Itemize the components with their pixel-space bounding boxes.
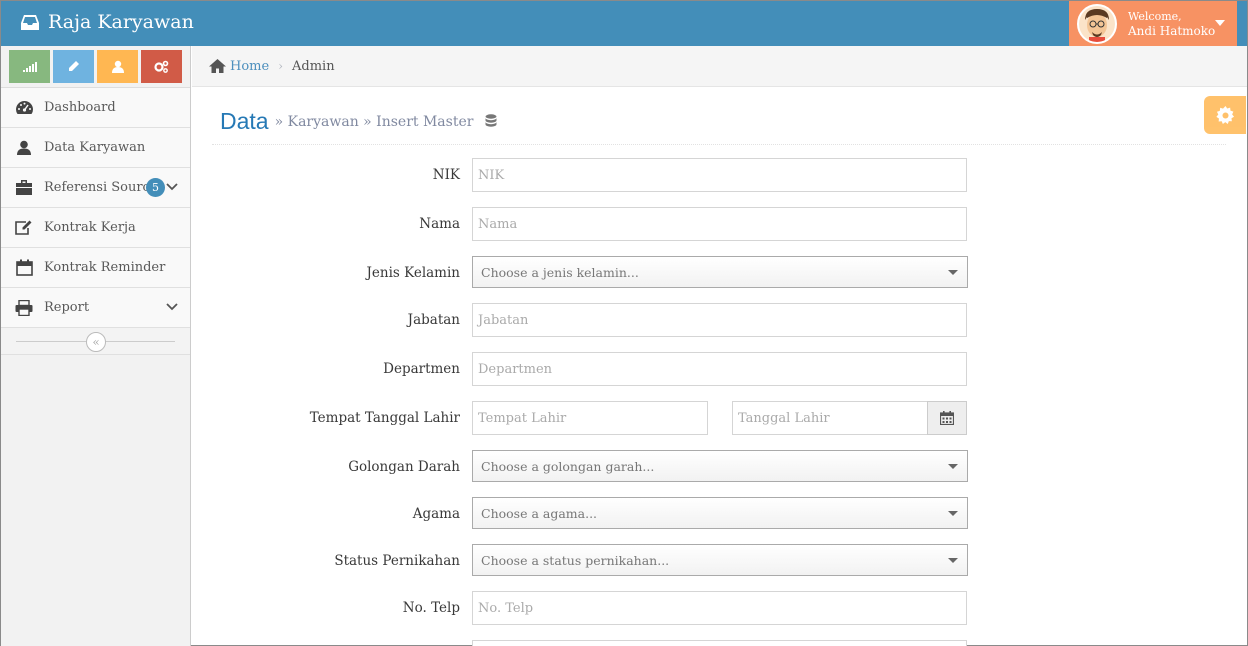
agama-select[interactable]: Choose a agama... (472, 497, 968, 529)
form-row-no-telp: No. Telp No. Telp (192, 591, 1247, 625)
page-subtitle: » Karyawan » Insert Master (274, 113, 474, 130)
shortcut-user-button[interactable] (97, 50, 138, 83)
golongan-darah-label: Golongan Darah (348, 459, 460, 475)
caret-down-icon (948, 558, 958, 563)
caret-down-icon[interactable] (1215, 20, 1225, 26)
caret-down-icon (948, 464, 958, 469)
form-row-jenis-kelamin: Jenis Kelamin Choose a jenis kelamin... (192, 256, 1247, 290)
breadcrumb: Home › Admin (192, 46, 1247, 87)
top-navbar: Raja Karyawan Welcome, Andi Hatmoko (1, 1, 1247, 46)
tempat-lahir-input[interactable]: Tempat Lahir (472, 401, 708, 435)
departmen-label: Departmen (383, 361, 460, 377)
golongan-darah-select-text: Choose a golongan garah... (481, 458, 655, 474)
form-row-nama: Nama Nama (192, 207, 1247, 241)
user-name: Andi Hatmoko (1128, 23, 1216, 38)
calendar-picker-button[interactable] (927, 401, 967, 435)
briefcase-icon (14, 178, 34, 198)
sidebar-shortcuts (1, 46, 190, 88)
form-row-jabatan: Jabatan Jabatan (192, 303, 1247, 337)
caret-down-icon (948, 270, 958, 275)
edit-icon (14, 218, 34, 238)
sidebar-item-label: Referensi Source (44, 180, 158, 195)
sidebar-item-label: Kontrak Kerja (44, 220, 136, 235)
sidebar-item-kontrak-reminder[interactable]: Kontrak Reminder (1, 248, 190, 288)
sidebar-item-data-karyawan[interactable]: Data Karyawan (1, 128, 190, 168)
sidebar-collapse-row: « (1, 328, 190, 355)
brand-title: Raja Karyawan (48, 11, 194, 33)
form-row-status-pernikahan: Status Pernikahan Choose a status pernik… (192, 544, 1247, 578)
sidebar-item-report[interactable]: Report (1, 288, 190, 328)
form-row-golongan-darah: Golongan Darah Choose a golongan garah..… (192, 450, 1247, 484)
form-row-next (192, 640, 1247, 646)
form-row-agama: Agama Choose a agama... (192, 497, 1247, 531)
breadcrumb-separator-icon: › (278, 59, 283, 73)
brand[interactable]: Raja Karyawan (21, 11, 194, 33)
user-icon (14, 138, 34, 158)
agama-select-text: Choose a agama... (481, 505, 598, 521)
sidebar-item-referensi-source[interactable]: Referensi Source 5 (1, 168, 190, 208)
nik-input[interactable]: NIK (472, 158, 967, 192)
form-row-ttl: Tempat Tanggal Lahir Tempat Lahir Tangga… (192, 401, 1247, 435)
home-icon (209, 59, 226, 73)
sidebar-item-dashboard[interactable]: Dashboard (1, 88, 190, 128)
golongan-darah-select[interactable]: Choose a golongan garah... (472, 450, 968, 482)
sidebar: Dashboard Data Karyawan Referensi Source… (1, 46, 191, 646)
inbox-icon (21, 14, 39, 30)
jenis-kelamin-label: Jenis Kelamin (366, 265, 460, 281)
chevron-down-icon[interactable] (166, 302, 178, 312)
caret-down-icon (948, 511, 958, 516)
nik-label: NIK (432, 167, 460, 183)
jenis-kelamin-select[interactable]: Choose a jenis kelamin... (472, 256, 968, 288)
next-input[interactable] (472, 640, 967, 646)
ttl-label: Tempat Tanggal Lahir (309, 410, 460, 426)
shortcut-pencil-button[interactable] (53, 50, 94, 83)
gear-icon (1215, 105, 1234, 124)
status-pernikahan-select-text: Choose a status pernikahan... (481, 552, 670, 568)
tanggal-lahir-input[interactable]: Tanggal Lahir (732, 401, 928, 435)
form-row-nik: NIK NIK (192, 158, 1247, 192)
shortcut-signal-button[interactable] (9, 50, 50, 83)
cogs-icon (154, 60, 169, 73)
double-angle-left-icon[interactable]: « (86, 332, 106, 352)
tachometer-icon (14, 98, 34, 118)
no-telp-input[interactable]: No. Telp (472, 591, 967, 625)
no-telp-label: No. Telp (402, 600, 460, 616)
sidebar-item-label: Report (44, 300, 90, 315)
user-icon (111, 60, 124, 73)
sidebar-item-label: Kontrak Reminder (44, 260, 166, 275)
print-icon (14, 298, 34, 318)
count-badge: 5 (146, 178, 165, 197)
page-header: Data » Karyawan » Insert Master (212, 99, 1226, 145)
settings-toggle-button[interactable] (1204, 96, 1246, 134)
avatar (1077, 3, 1117, 44)
jabatan-input[interactable]: Jabatan (472, 303, 967, 337)
nama-input[interactable]: Nama (472, 207, 967, 241)
form-row-departmen: Departmen Departmen (192, 352, 1247, 386)
chevron-down-icon[interactable] (166, 182, 178, 192)
agama-label: Agama (412, 506, 460, 522)
sidebar-item-kontrak-kerja[interactable]: Kontrak Kerja (1, 208, 190, 248)
departmen-input[interactable]: Departmen (472, 352, 967, 386)
shortcut-cogs-button[interactable] (141, 50, 182, 83)
database-icon (485, 114, 497, 127)
calendar-icon (14, 258, 34, 278)
sidebar-item-label: Data Karyawan (44, 140, 146, 155)
calendar-icon (940, 411, 954, 425)
signal-icon (22, 61, 37, 72)
jenis-kelamin-select-text: Choose a jenis kelamin... (481, 264, 639, 280)
status-pernikahan-label: Status Pernikahan (334, 553, 460, 569)
nama-label: Nama (419, 216, 460, 232)
status-pernikahan-select[interactable]: Choose a status pernikahan... (472, 544, 968, 576)
breadcrumb-home-link[interactable]: Home (230, 59, 269, 74)
pencil-icon (69, 61, 79, 71)
page-title: Data (220, 108, 269, 134)
user-menu[interactable]: Welcome, Andi Hatmoko (1069, 1, 1237, 46)
sidebar-item-label: Dashboard (44, 100, 116, 115)
jabatan-label: Jabatan (407, 312, 460, 328)
welcome-text: Welcome, (1128, 9, 1182, 23)
breadcrumb-current: Admin (292, 58, 335, 74)
